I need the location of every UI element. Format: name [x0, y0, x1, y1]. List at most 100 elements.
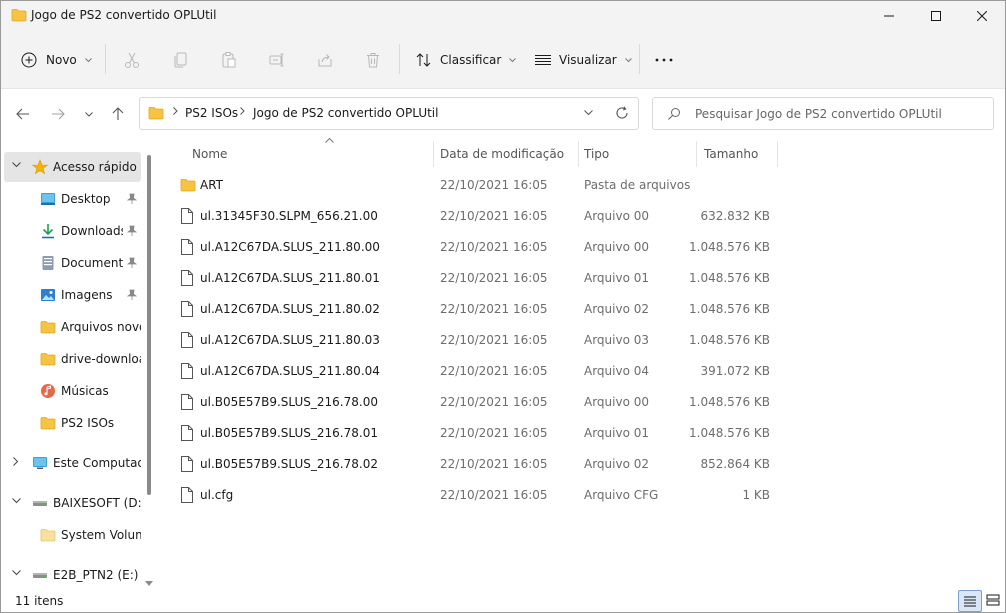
sidebar-item-this-pc[interactable]: Este Computador: [4, 448, 141, 478]
sidebar-item-quick-access[interactable]: Acesso rápido: [4, 152, 141, 182]
sidebar-item-downloads[interactable]: Downloads: [4, 216, 141, 246]
breadcrumb-ps2-isos[interactable]: PS2 ISOs: [185, 106, 238, 120]
file-type: Arquivo 00: [584, 240, 650, 254]
share-icon: [318, 54, 332, 67]
file-icon: [181, 208, 193, 224]
share-button[interactable]: [316, 45, 334, 75]
chevron-down-icon[interactable]: [12, 162, 21, 168]
scissors-icon: [125, 52, 139, 68]
file-size: 1.048.576 KB: [689, 240, 770, 254]
close-icon: [977, 11, 987, 21]
chevron-down-icon[interactable]: [12, 570, 21, 576]
file-date: 22/10/2021 16:05: [440, 271, 548, 285]
folder-icon: [11, 9, 27, 22]
file-name: ul.31345F30.SLPM_656.21.00: [200, 209, 378, 223]
file-row[interactable]: ul.cfg 22/10/2021 16:05 Arquivo CFG 1 KB: [171, 480, 775, 511]
sidebar-item-documents[interactable]: Documentos: [4, 248, 141, 278]
file-type: Arquivo 02: [584, 457, 650, 471]
download-icon: [42, 224, 54, 239]
chevron-right-icon[interactable]: [13, 457, 19, 466]
sidebar-item-ps2-isos[interactable]: PS2 ISOs: [4, 408, 141, 438]
close-button[interactable]: [959, 1, 1005, 31]
column-header-label: Tamanho: [704, 147, 759, 161]
window-title: Jogo de PS2 convertido OPLUtil: [31, 8, 217, 22]
file-size: 1.048.576 KB: [689, 426, 770, 440]
file-name: ul.A12C67DA.SLUS_211.80.01: [200, 271, 380, 285]
folder-row[interactable]: ART 22/10/2021 16:05 Pasta de arquivos: [171, 170, 775, 201]
sidebar-item-label: drive-download: [61, 352, 141, 366]
details-view-icon: [964, 596, 976, 607]
new-button[interactable]: Novo: [21, 45, 92, 75]
file-row[interactable]: ul.B05E57B9.SLUS_216.78.00 22/10/2021 16:…: [171, 387, 775, 418]
file-row[interactable]: ul.A12C67DA.SLUS_211.80.02 22/10/2021 16:…: [171, 294, 775, 325]
pin-icon[interactable]: [127, 193, 137, 205]
file-row[interactable]: ul.A12C67DA.SLUS_211.80.03 22/10/2021 16:…: [171, 325, 775, 356]
column-divider[interactable]: [777, 141, 778, 167]
file-size: 852.864 KB: [700, 457, 770, 471]
column-header-date[interactable]: Data de modificação: [434, 139, 578, 169]
view-button[interactable]: Visualizar: [534, 45, 632, 75]
sidebar-item-arquivos-novos[interactable]: Arquivos novos: [4, 312, 141, 342]
sidebar-item-label: Desktop: [61, 192, 111, 206]
copy-button[interactable]: [172, 45, 190, 75]
trash-icon: [367, 53, 379, 68]
file-row[interactable]: ul.B05E57B9.SLUS_216.78.02 22/10/2021 16:…: [171, 449, 775, 480]
rename-button[interactable]: [268, 45, 286, 75]
delete-button[interactable]: [364, 45, 382, 75]
file-type: Arquivo 03: [584, 333, 650, 347]
navigation-pane: Acesso rápido Desktop Downloads Document…: [1, 139, 157, 587]
breadcrumb-current-folder[interactable]: Jogo de PS2 convertido OPLUtil: [253, 106, 438, 120]
sidebar-item-drive-e[interactable]: E2B_PTN2 (E:): [4, 560, 141, 590]
file-name: ul.A12C67DA.SLUS_211.80.03: [200, 333, 380, 347]
recent-locations-button[interactable]: [77, 102, 101, 126]
file-size: 632.832 KB: [700, 209, 770, 223]
sidebar-item-system-volume[interactable]: System Volume: [4, 520, 141, 550]
sidebar-item-music[interactable]: Músicas: [4, 376, 141, 406]
view-button-label: Visualizar: [559, 53, 617, 67]
file-icon: [181, 332, 193, 348]
up-button[interactable]: [106, 102, 130, 126]
file-row[interactable]: ul.A12C67DA.SLUS_211.80.00 22/10/2021 16:…: [171, 232, 775, 263]
file-name: ul.A12C67DA.SLUS_211.80.00: [200, 240, 380, 254]
more-options-button[interactable]: [655, 45, 673, 75]
details-view-button[interactable]: [958, 590, 982, 612]
chevron-down-icon[interactable]: [584, 110, 593, 116]
paste-button[interactable]: [220, 45, 238, 75]
file-row[interactable]: ul.A12C67DA.SLUS_211.80.04 22/10/2021 16:…: [171, 356, 775, 387]
address-bar[interactable]: PS2 ISOs Jogo de PS2 convertido OPLUtil: [139, 97, 639, 130]
pin-icon[interactable]: [127, 257, 137, 269]
minimize-button[interactable]: [866, 1, 912, 31]
file-row[interactable]: ul.B05E57B9.SLUS_216.78.01 22/10/2021 16:…: [171, 418, 775, 449]
file-name: ul.B05E57B9.SLUS_216.78.00: [200, 395, 378, 409]
cut-button[interactable]: [123, 45, 141, 75]
column-header-size[interactable]: Tamanho: [697, 139, 777, 169]
file-row[interactable]: ul.A12C67DA.SLUS_211.80.01 22/10/2021 16:…: [171, 263, 775, 294]
toolbar-divider: [399, 44, 400, 74]
sidebar-item-drive-download[interactable]: drive-download: [4, 344, 141, 374]
toolbar-divider: [105, 44, 106, 74]
pin-icon[interactable]: [127, 225, 137, 237]
sidebar-item-drive-d[interactable]: BAIXESOFT (D:): [4, 488, 141, 518]
scroll-down-arrow-icon[interactable]: [145, 581, 153, 586]
sidebar-item-desktop[interactable]: Desktop: [4, 184, 141, 214]
file-size: 1.048.576 KB: [689, 271, 770, 285]
forward-button[interactable]: [46, 102, 70, 126]
file-icon: [181, 239, 193, 255]
sidebar-scrollbar-thumb[interactable]: [147, 155, 151, 495]
search-box[interactable]: [652, 97, 994, 130]
file-date: 22/10/2021 16:05: [440, 364, 548, 378]
tiles-view-button[interactable]: [982, 590, 1004, 610]
maximize-button[interactable]: [913, 1, 959, 31]
copy-icon: [174, 52, 187, 68]
back-button[interactable]: [11, 102, 35, 126]
column-header-name[interactable]: Nome: [181, 138, 433, 169]
search-input[interactable]: [693, 104, 987, 124]
refresh-icon[interactable]: [615, 106, 629, 120]
chevron-down-icon: [624, 57, 632, 62]
column-header-type[interactable]: Tipo: [579, 139, 696, 169]
pin-icon[interactable]: [127, 289, 137, 301]
sidebar-item-pictures[interactable]: Imagens: [4, 280, 141, 310]
chevron-down-icon[interactable]: [12, 498, 21, 504]
file-row[interactable]: ul.31345F30.SLPM_656.21.00 22/10/2021 16:…: [171, 201, 775, 232]
sort-button[interactable]: Classificar: [415, 45, 517, 75]
